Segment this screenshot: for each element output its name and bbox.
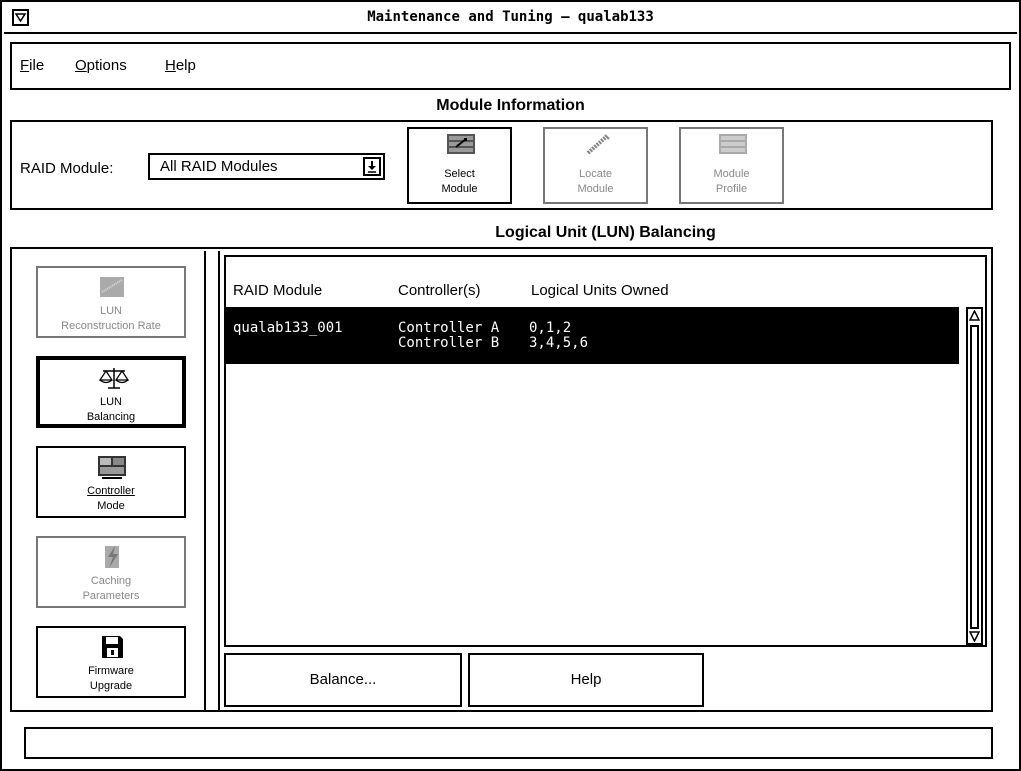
status-bar [24,727,993,759]
raid-module-value: All RAID Modules [160,158,278,175]
controller-mode-button[interactable]: Controller Mode [36,446,186,518]
caching-parameters-button[interactable]: Caching Parameters [36,536,186,608]
scroll-up-arrow-icon[interactable] [969,310,980,322]
column-header-logical-units: Logical Units Owned [531,282,669,299]
module-profile-button[interactable]: Module Profile [679,127,784,204]
dropdown-arrow-icon[interactable] [363,157,381,176]
scrollbar-thumb[interactable] [970,325,979,629]
select-module-label-2: Module [441,183,478,195]
menu-file[interactable]: File [20,57,44,74]
lun-balancing-title: Logical Unit (LUN) Balancing [495,224,716,241]
locate-module-button[interactable]: Locate Module [543,127,648,204]
title-bar[interactable]: Maintenance and Tuning – qualab133 [4,4,1017,34]
firmware-upgrade-button[interactable]: Firmware Upgrade [36,626,186,698]
menu-options[interactable]: Options [75,57,127,74]
row-luns-b: 3,4,5,6 [529,335,589,351]
module-info-title: Module Information [436,97,585,114]
module-profile-label-2: Profile [715,183,748,195]
locate-module-icon [582,133,612,155]
lun-reconstruction-label-2: Reconstruction Rate [61,320,161,332]
row-controller-a: Controller A [398,320,500,336]
menu-bar: File Options Help [10,42,1011,90]
menu-help[interactable]: Help [165,57,196,74]
lun-balancing-label-1: LUN [99,396,122,408]
controller-mode-label-1: Controller [87,485,135,497]
firmware-label-2: Upgrade [89,680,133,692]
locate-module-label-1: Locate [578,168,613,180]
controller-mode-icon [97,454,127,480]
lun-balancing-button[interactable]: LUN Balancing [36,356,186,428]
module-profile-label-1: Module [713,168,750,180]
window-title: Maintenance and Tuning – qualab133 [367,9,654,25]
firmware-label-1: Firmware [88,665,134,677]
floppy-disk-icon [97,634,127,660]
row-raid-module: qualab133_001 [233,320,343,336]
column-header-controllers: Controller(s) [398,282,481,299]
balance-scale-icon [98,366,130,392]
select-module-label-1: Select [444,168,475,180]
select-module-icon [446,133,476,155]
table-row[interactable]: qualab133_001 Controller A Controller B … [226,307,959,364]
lun-reconstruction-icon [97,274,127,300]
lun-reconstruction-rate-button[interactable]: LUN Reconstruction Rate [36,266,186,338]
scroll-down-arrow-icon[interactable] [969,630,980,642]
caching-label-2: Parameters [82,590,140,602]
locate-module-label-2: Module [577,183,614,195]
select-module-button[interactable]: Select Module [407,127,512,204]
help-button[interactable]: Help [468,653,704,707]
lun-balancing-label-2: Balancing [86,411,136,423]
module-profile-icon [718,133,748,155]
balance-button[interactable]: Balance... [224,653,462,707]
column-header-raid-module: RAID Module [233,282,323,299]
vertical-scrollbar[interactable] [966,307,983,645]
row-controller-b: Controller B [398,335,500,351]
lun-reconstruction-label-1: LUN [99,305,122,317]
row-luns-a: 0,1,2 [529,320,572,336]
controller-mode-label-2: Mode [97,500,125,512]
raid-module-select[interactable]: All RAID Modules [148,153,385,180]
caching-label-1: Caching [90,575,132,587]
caching-lightning-icon [97,544,127,570]
raid-module-label: RAID Module: [20,160,114,177]
